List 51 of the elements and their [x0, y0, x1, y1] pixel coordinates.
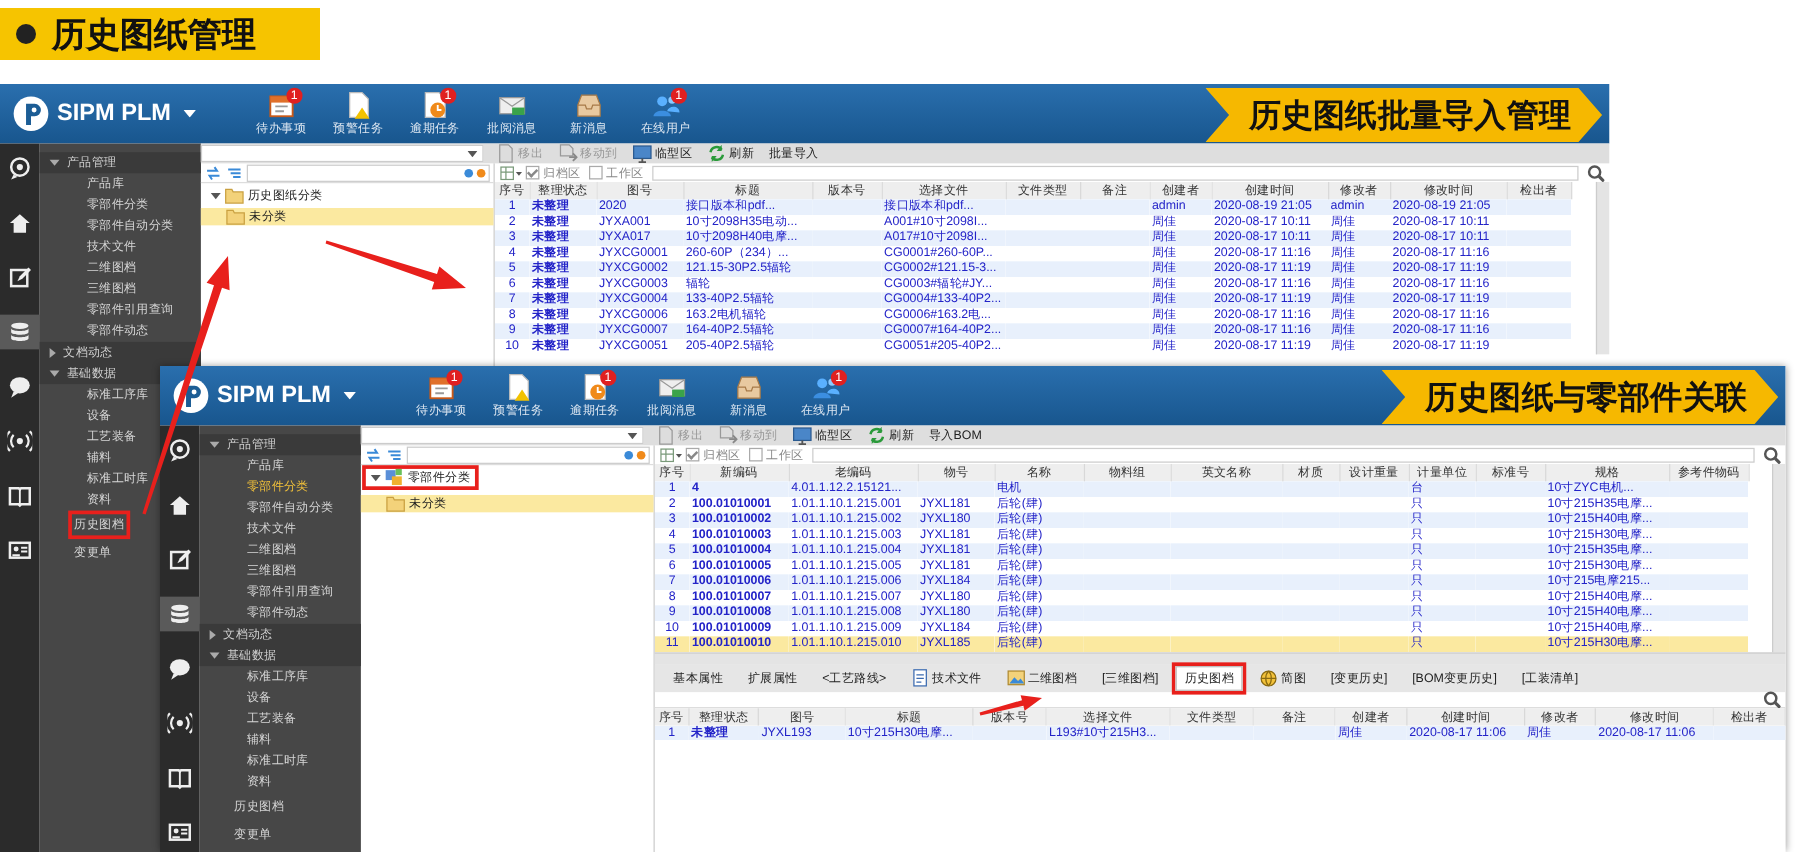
monitor-icon [792, 425, 813, 446]
refresh-icon [866, 425, 887, 446]
list-icon [385, 447, 404, 463]
database-icon[interactable] [160, 596, 200, 632]
folder-icon [385, 493, 406, 514]
app-title: SIPM PLM [217, 382, 331, 410]
calendar-icon [266, 90, 297, 120]
bullet-icon [16, 24, 36, 44]
caret-icon [467, 150, 478, 157]
slide-title: 历史图纸管理 [52, 13, 256, 57]
scrollbar[interactable] [1772, 463, 1786, 652]
sync-icon [364, 447, 382, 463]
filter-field[interactable] [652, 165, 1579, 181]
checkbox[interactable] [589, 165, 603, 180]
clock-document-icon [580, 372, 610, 402]
dropdown-field[interactable] [360, 426, 644, 445]
database-icon[interactable] [0, 314, 40, 350]
search-field[interactable] [406, 446, 650, 464]
inbox-icon [733, 372, 764, 402]
caret-icon [183, 110, 196, 118]
arrow [324, 240, 466, 290]
caret-icon [627, 432, 638, 439]
app-title: SIPM PLM [57, 100, 171, 128]
caret-icon [343, 392, 356, 400]
refresh-icon [706, 143, 727, 164]
monitor-icon [632, 143, 653, 164]
clock-document-icon [420, 90, 450, 120]
search-field[interactable] [246, 164, 490, 182]
grid-icon [499, 165, 523, 181]
scrollbar[interactable] [1595, 181, 1610, 355]
checkbox[interactable] [749, 447, 763, 462]
globe-icon [1260, 668, 1279, 688]
calendar-icon [426, 372, 457, 402]
checkbox[interactable] [525, 165, 540, 180]
search-icon [1763, 690, 1781, 708]
list-icon [225, 165, 244, 181]
image-icon [1006, 668, 1026, 688]
banner: 历史图纸与零部件关联 [1381, 369, 1779, 425]
logo-icon [12, 95, 50, 133]
search-icon [1587, 164, 1605, 182]
dropdown-field[interactable] [200, 144, 484, 163]
inbox-icon [573, 90, 604, 120]
document-icon [911, 668, 930, 688]
sync-icon [204, 165, 222, 181]
checkbox[interactable] [685, 447, 700, 462]
folder-icon [225, 206, 246, 227]
banner: 历史图纸批量导入管理 [1205, 87, 1603, 143]
filter-field[interactable] [812, 447, 1755, 463]
parts-icon [384, 467, 405, 488]
grid-icon [659, 447, 683, 463]
search-icon [1763, 446, 1781, 464]
